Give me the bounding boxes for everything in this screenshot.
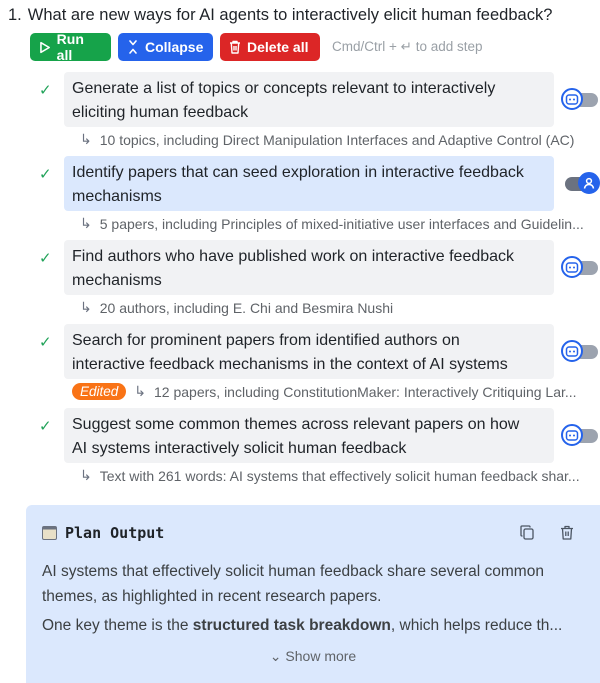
- agent-toggle[interactable]: [561, 340, 598, 362]
- plan-output-header: Plan Output: [42, 524, 164, 542]
- delete-all-label: Delete all: [247, 39, 309, 55]
- output-text-span: , which helps reduce th...: [390, 617, 563, 634]
- collapse-button[interactable]: Collapse: [118, 33, 213, 61]
- step-result-text: 20 authors, including E. Chi and Besmira…: [99, 299, 394, 316]
- robot-icon: [561, 88, 583, 110]
- add-step-hint: Cmd/Ctrl + ↵ to add step: [332, 39, 483, 54]
- question-number: 1.: [8, 6, 22, 24]
- step-result: ↳ 10 topics, including Direct Manipulati…: [80, 131, 574, 148]
- step-text-line: Find authors who have published work on …: [72, 248, 515, 265]
- output-bold-text: structured task breakdown: [192, 617, 391, 634]
- step-result: Edited ↳ 12 papers, including Constituti…: [72, 383, 577, 400]
- plan-toolbar: Run all Collapse Delete all Cmd/Ctrl + ↵…: [30, 31, 483, 63]
- plan-output-text: AI systems that effectively solicit huma…: [42, 559, 594, 642]
- step-result: ↳ 5 papers, including Principles of mixe…: [80, 215, 584, 232]
- person-icon: [578, 172, 600, 194]
- robot-icon: [561, 424, 583, 446]
- step-text-line: eliciting human feedback: [72, 104, 249, 121]
- edited-badge: Edited: [72, 383, 127, 400]
- plan-view: 1. What are new ways for AI agents to int…: [0, 0, 600, 683]
- step-result-text: Text with 261 words: AI systems that eff…: [99, 467, 580, 484]
- step-text-line: Search for prominent papers from identif…: [72, 332, 460, 349]
- play-icon: [40, 41, 50, 53]
- plan-output-panel: Plan Output AI systems that effectively …: [26, 505, 600, 683]
- return-arrow-icon: ↳: [134, 383, 147, 399]
- step-text-line: mechanisms: [72, 188, 162, 205]
- agent-toggle[interactable]: [561, 424, 598, 446]
- check-icon: ✓: [39, 418, 52, 435]
- show-more-button[interactable]: ⌄ Show more: [26, 648, 600, 665]
- plan-output-title: Plan Output: [65, 524, 165, 542]
- return-arrow-icon: ↳: [80, 467, 92, 483]
- chevron-down-icon: ⌄: [269, 648, 282, 664]
- step-text-line: interactive feedback mechanisms in the c…: [72, 356, 508, 373]
- output-paragraph: AI systems that effectively solicit huma…: [42, 563, 544, 605]
- step-result-text: 12 papers, including ConstitutionMaker: …: [154, 383, 577, 400]
- robot-icon: [561, 340, 583, 362]
- return-arrow-icon: ↳: [80, 215, 92, 231]
- step-card[interactable]: Generate a list of topics or concepts re…: [64, 72, 554, 127]
- step-text-line: mechanisms: [72, 272, 162, 289]
- window-icon: [42, 526, 57, 540]
- run-all-button[interactable]: Run all: [30, 31, 111, 63]
- check-icon: ✓: [39, 82, 52, 99]
- step-result-text: 10 topics, including Direct Manipulation…: [99, 131, 575, 148]
- output-paragraph: One key theme is the structured task bre…: [42, 613, 594, 638]
- step-card[interactable]: Suggest some common themes across releva…: [64, 408, 554, 463]
- agent-toggle[interactable]: [561, 256, 598, 278]
- step-result-text: 5 papers, including Principles of mixed-…: [99, 215, 584, 232]
- step-text-line: Suggest some common themes across releva…: [72, 416, 520, 433]
- output-text-span: One key theme is the: [42, 617, 193, 634]
- show-more-label: Show more: [285, 648, 357, 664]
- agent-toggle[interactable]: [561, 88, 598, 110]
- human-toggle[interactable]: [565, 172, 600, 194]
- collapse-label: Collapse: [145, 39, 204, 55]
- step-card[interactable]: Search for prominent papers from identif…: [64, 324, 554, 379]
- check-icon: ✓: [39, 334, 52, 351]
- trash-icon[interactable]: [560, 525, 574, 540]
- step-result: ↳ 20 authors, including E. Chi and Besmi…: [80, 299, 393, 316]
- step-card[interactable]: Find authors who have published work on …: [64, 240, 554, 295]
- collapse-icon: [129, 40, 137, 54]
- trash-icon: [230, 40, 240, 54]
- check-icon: ✓: [39, 166, 52, 183]
- step-text-line: Generate a list of topics or concepts re…: [72, 80, 496, 97]
- check-icon: ✓: [39, 250, 52, 267]
- plan-output-actions: [520, 525, 574, 540]
- step-result: ↳ Text with 261 words: AI systems that e…: [80, 467, 580, 484]
- question-text: What are new ways for AI agents to inter…: [27, 6, 553, 24]
- step-card-selected[interactable]: Identify papers that can seed exploratio…: [64, 156, 554, 211]
- robot-icon: [561, 256, 583, 278]
- step-text-line: Identify papers that can seed exploratio…: [72, 164, 524, 181]
- return-arrow-icon: ↳: [80, 131, 92, 147]
- return-arrow-icon: ↳: [80, 299, 92, 315]
- delete-all-button[interactable]: Delete all: [220, 33, 320, 61]
- run-all-label: Run all: [56, 31, 84, 63]
- step-text-line: AI systems interactively solicit human f…: [72, 440, 407, 457]
- question-title: 1. What are new ways for AI agents to int…: [8, 6, 552, 25]
- copy-icon[interactable]: [520, 525, 534, 540]
